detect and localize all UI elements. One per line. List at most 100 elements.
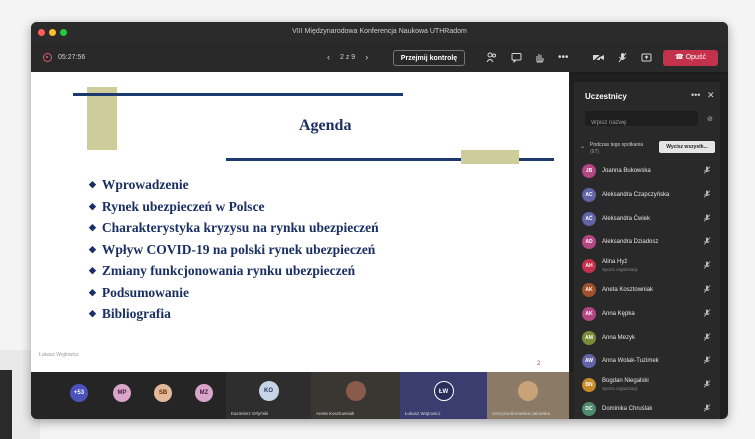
participant-row[interactable]: AĆ Aleksandra Ćwiek <box>582 208 714 232</box>
participant-row[interactable]: AH Alina Hyż Spoza organizacji <box>582 255 714 279</box>
raise-hand-icon[interactable] <box>534 52 545 67</box>
participant-row[interactable]: AK Anna Kępka <box>582 303 714 327</box>
take-control-button[interactable]: Przejmij kontrolę <box>393 50 465 66</box>
more-actions-icon[interactable]: ••• <box>558 52 569 64</box>
bullet-icon: ◆ <box>89 243 96 254</box>
mic-muted-icon <box>703 166 711 176</box>
chevron-down-icon[interactable]: ⌄ <box>580 143 585 150</box>
avatar[interactable]: MP <box>113 384 131 402</box>
mic-off-icon[interactable] <box>617 52 628 67</box>
video-tile[interactable]: KO Kazimierz Orlyński <box>226 372 311 419</box>
video-tile-name: Kazimierz Orlyński <box>231 411 269 416</box>
avatar: ŁW <box>433 381 454 401</box>
participants-header: Uczestnicy <box>585 92 627 101</box>
background-window-edge <box>0 370 12 439</box>
mic-muted-icon <box>703 309 711 319</box>
avatar: AM <box>582 330 596 345</box>
avatar <box>518 381 538 401</box>
section-count: (67) <box>590 149 599 155</box>
section-label: Podczas tego spotkania <box>590 142 644 148</box>
video-tile[interactable]: Aneta Kosztowniak <box>311 372 400 419</box>
mic-muted-icon <box>703 356 711 366</box>
share-invite-icon[interactable]: ⊘ <box>707 115 713 123</box>
agenda-list: ◆ Wprowadzenie ◆ Rynek ubezpieczeń w Polsce… <box>89 174 379 325</box>
agenda-item: ◆ Podsumowanie <box>89 282 379 304</box>
agenda-item: ◆ Wprowadzenie <box>89 174 379 196</box>
participant-subtitle: Spoza organizacji <box>602 386 638 392</box>
mic-muted-icon <box>703 285 711 295</box>
participant-row[interactable]: DC Dominika Chruślak <box>582 398 714 419</box>
agenda-item-text: Wprowadzenie <box>101 177 189 192</box>
participant-row[interactable]: JB Joanna Bukowska <box>582 160 714 184</box>
mute-all-button[interactable]: Wycisz wszystk... <box>659 141 715 153</box>
meeting-timer: 05:27:56 <box>58 54 86 61</box>
participant-name: Alina Hyż <box>602 259 628 266</box>
participant-row[interactable]: AD Aleksandra Dziadosz <box>582 231 714 255</box>
slide-author: Łukasz Wojtowicz <box>39 352 79 358</box>
leave-button[interactable]: ☎ Opuść <box>663 50 718 66</box>
agenda-item: ◆ Bibliografia <box>89 303 379 325</box>
agenda-item: ◆ Charakterystyka kryzysu na rynku ubezpi… <box>89 217 379 239</box>
participant-search-input[interactable] <box>585 115 698 131</box>
avatar: DC <box>582 401 596 416</box>
more-options-icon[interactable]: ••• <box>691 90 700 100</box>
leave-label: Opuść <box>685 54 706 61</box>
avatar: AC <box>582 187 596 202</box>
video-tile[interactable]: Grażyna Borowska-Jalowska <box>487 372 569 419</box>
window-title: VIII Międzynarodowa Konferencja Naukowa … <box>292 28 467 35</box>
agenda-item: ◆ Rynek ubezpieczeń w Polsce <box>89 196 379 218</box>
avatar: AK <box>582 306 596 321</box>
participant-name: Aneta Kosztowniak <box>602 286 654 293</box>
share-screen-icon[interactable] <box>641 52 652 67</box>
avatar: BN <box>582 378 596 393</box>
participant-row[interactable]: BN Bogdan Niegalski Spoza organizacji <box>582 374 714 398</box>
avatar: AĆ <box>582 211 596 226</box>
shared-presentation-slide: Agenda ◆ Wprowadzenie ◆ Rynek ubezpieczeń w… <box>31 72 569 372</box>
mic-muted-icon <box>703 404 711 414</box>
participant-row[interactable]: AK Aneta Kosztowniak <box>582 279 714 303</box>
participant-name: Bogdan Niegalski <box>602 378 649 385</box>
avatar: JB <box>582 164 596 178</box>
agenda-item-text: Bibliografia <box>101 306 171 321</box>
video-tile-name: Grażyna Borowska-Jalowska <box>492 411 551 416</box>
video-strip: +53 MP SB MZ KO Kazimierz Orlyński Aneta Koszt… <box>31 372 574 419</box>
bullet-icon: ◆ <box>89 286 96 297</box>
teams-meeting-window: VIII Międzynarodowa Konferencja Naukowa … <box>31 22 728 419</box>
mic-muted-icon <box>703 213 711 224</box>
video-tile-name: Łukasz Wojtowicz <box>405 411 441 416</box>
participant-name: Anna Mezyk <box>602 334 636 341</box>
participant-row[interactable]: AW Anna Wolak-Tuzimek <box>582 350 714 374</box>
participant-row[interactable]: AC Aleksandra Czapczyńska <box>582 184 714 208</box>
chat-icon[interactable] <box>511 52 522 67</box>
camera-off-icon[interactable] <box>592 52 605 67</box>
mic-muted-icon <box>703 261 711 271</box>
participant-name: Joanna Bukowska <box>602 168 651 174</box>
video-tile[interactable]: ŁW Łukasz Wojtowicz <box>400 372 487 419</box>
avatar[interactable]: MZ <box>195 384 213 402</box>
mic-muted-icon <box>703 190 711 200</box>
avatar[interactable]: SB <box>154 384 172 402</box>
avatar: KO <box>258 381 279 401</box>
slide-decor-line <box>73 93 403 96</box>
bullet-icon: ◆ <box>89 265 96 275</box>
participant-name: Anna Wolak-Tuzimek <box>602 358 659 365</box>
recording-icon <box>43 53 52 62</box>
mic-muted-icon <box>703 332 711 343</box>
bullet-icon: ◆ <box>89 222 96 232</box>
slide-page-number: 2 <box>537 361 541 367</box>
more-participants-badge[interactable]: +53 <box>70 384 88 402</box>
participant-row[interactable]: AM Anna Mezyk <box>582 327 714 351</box>
avatar: AW <box>582 354 596 369</box>
avatar: AD <box>582 235 596 250</box>
participant-name: Anna Kępka <box>602 310 635 317</box>
slide-decor-box <box>461 150 519 164</box>
next-slide-icon[interactable]: › <box>365 52 368 62</box>
slide-title: Agenda <box>299 117 352 134</box>
participants-icon[interactable] <box>486 52 497 67</box>
participant-list: JB Joanna Bukowska AC Aleksandra Czapczyńsk… <box>582 160 714 419</box>
close-icon[interactable]: ✕ <box>707 90 715 101</box>
agenda-item-text: Wpływ COVID-19 na polski rynek ubezpiecz… <box>101 241 376 257</box>
prev-slide-icon[interactable]: ‹ <box>327 52 330 62</box>
search-box <box>585 111 698 131</box>
video-tile-name: Aneta Kosztowniak <box>316 411 355 416</box>
